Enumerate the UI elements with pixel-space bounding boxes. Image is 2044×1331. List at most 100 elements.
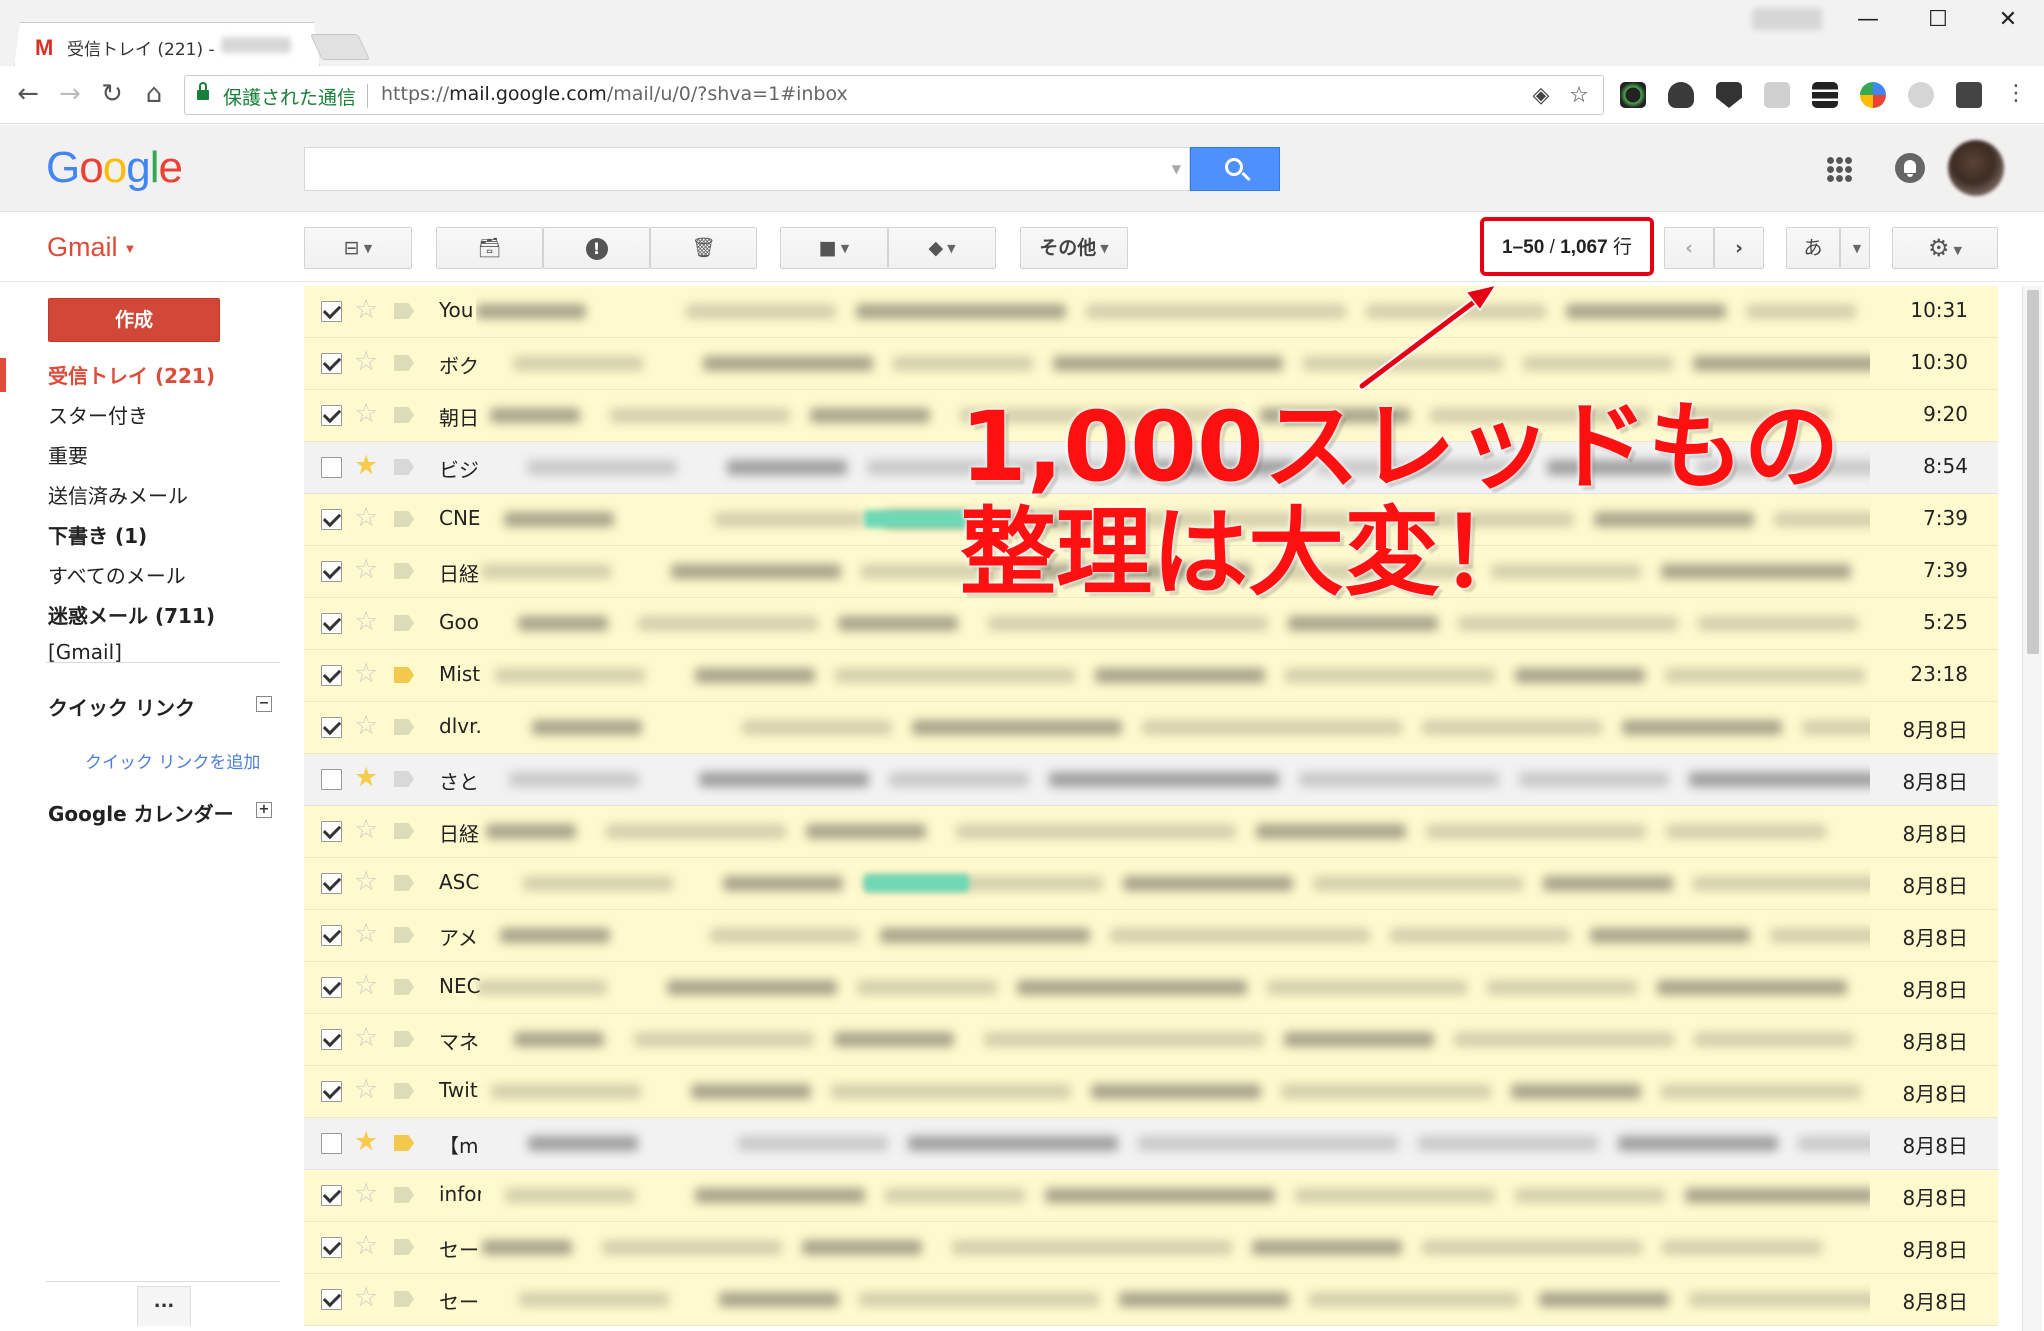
row-checkbox[interactable] [321,613,342,634]
sidebar-item-inbox[interactable]: 受信トレイ (221) [48,360,215,389]
table-row[interactable]: ★ 【m 8月8日 [304,1118,1998,1170]
extension-puzzle-icon[interactable] [1764,82,1790,108]
maximize-icon[interactable]: ☐ [1908,2,1968,38]
browser-menu-icon[interactable]: ⋮ [1998,76,2034,112]
sidebar-item-sent[interactable]: 送信済みメール [48,480,188,509]
gmail-app-switcher[interactable]: Gmail ▼ [47,232,136,263]
row-checkbox[interactable] [321,561,342,582]
row-checkbox[interactable] [321,1081,342,1102]
profile-name-redacted[interactable] [1752,8,1822,30]
row-checkbox[interactable] [321,769,342,790]
table-row[interactable]: ☆ infor 8月8日 [304,1170,1998,1222]
row-checkbox[interactable] [321,977,342,998]
compose-button[interactable]: 作成 [48,298,220,342]
subject-snippet-redacted[interactable] [476,806,1870,858]
newer-button[interactable]: ‹ [1664,227,1714,269]
sidebar-item-starred[interactable]: スター付き [48,400,148,429]
delete-button[interactable]: 🗑 [650,227,757,269]
importance-marker-icon[interactable] [394,979,414,995]
star-icon[interactable]: ☆ [354,347,378,377]
move-to-button[interactable]: ■ ▼ [780,227,888,269]
row-checkbox[interactable] [321,873,342,894]
importance-marker-icon[interactable] [394,1083,414,1099]
scrollbar-thumb[interactable] [2027,290,2039,654]
extension-pocket-icon[interactable] [1716,82,1742,108]
table-row[interactable]: ☆ セー 8月8日 [304,1274,1998,1326]
labels-button[interactable]: ◆ ▼ [888,227,996,269]
table-row[interactable]: ☆ 日経 8月8日 [304,806,1998,858]
star-icon[interactable]: ☆ [354,295,378,325]
avatar[interactable] [1948,140,2004,196]
browser-tab-inbox[interactable]: M 受信トレイ (221) - [14,22,320,68]
sidebar-item-spam[interactable]: 迷惑メール (711) [48,600,215,629]
importance-marker-icon[interactable] [394,355,414,371]
sidebar-item-all-mail[interactable]: すべてのメール [48,560,186,589]
importance-marker-icon[interactable] [394,823,414,839]
star-icon[interactable]: ☆ [354,399,378,429]
url-text[interactable]: https://mail.google.com/mail/u/0/?shva=1… [381,83,848,105]
archive-button[interactable]: 🗃 [436,227,543,269]
subject-snippet-redacted[interactable] [476,286,1870,338]
subject-snippet-redacted[interactable] [476,962,1870,1014]
star-icon[interactable]: ☆ [354,503,378,533]
bookmark-star-icon[interactable]: ☆ [1565,82,1593,110]
table-row[interactable]: ☆ セー 8月8日 [304,1222,1998,1274]
row-checkbox[interactable] [321,925,342,946]
table-row[interactable]: ☆ ASC 8月8日 [304,858,1998,910]
star-icon[interactable]: ☆ [354,971,378,1001]
notifications-bell-icon[interactable] [1895,153,1925,183]
row-checkbox[interactable] [321,717,342,738]
importance-marker-icon[interactable] [394,615,414,631]
older-button[interactable]: › [1714,227,1764,269]
sidebar-item-important[interactable]: 重要 [48,440,88,469]
extension-evernote-icon[interactable] [1668,82,1694,108]
importance-marker-icon[interactable] [394,407,414,423]
row-checkbox[interactable] [321,405,342,426]
star-icon[interactable]: ☆ [354,919,378,949]
row-checkbox[interactable] [321,457,342,478]
importance-marker-icon[interactable] [394,1187,414,1203]
reload-icon[interactable]: ↻ [94,76,130,112]
collapse-minus-icon[interactable]: − [256,696,272,712]
importance-marker-icon[interactable] [394,511,414,527]
row-checkbox[interactable] [321,1289,342,1310]
star-icon[interactable]: ☆ [354,607,378,637]
row-checkbox[interactable] [321,353,342,374]
importance-marker-icon[interactable] [394,303,414,319]
add-quick-link[interactable]: クイック リンクを追加 [85,748,260,773]
star-icon[interactable]: ☆ [354,1179,378,1209]
report-spam-button[interactable]: ! [543,227,650,269]
row-checkbox[interactable] [321,1029,342,1050]
scrollbar[interactable] [2022,286,2042,1331]
subject-snippet-redacted[interactable] [476,650,1870,702]
star-icon[interactable]: ☆ [354,555,378,585]
input-tools-button[interactable]: あ [1786,227,1840,269]
extension-color-icon[interactable] [1860,82,1886,108]
subject-snippet-redacted[interactable] [476,1014,1870,1066]
row-checkbox[interactable] [321,1237,342,1258]
sidebar-item-drafts[interactable]: 下書き (1) [48,520,147,549]
star-icon[interactable]: ☆ [354,659,378,689]
sidebar-item-gmail-folder[interactable]: [Gmail] [48,640,122,664]
subject-snippet-redacted[interactable] [476,1274,1870,1326]
minimize-icon[interactable]: — [1838,2,1898,38]
search-button[interactable] [1190,147,1280,191]
subject-snippet-redacted[interactable] [476,1066,1870,1118]
close-icon[interactable]: ✕ [1978,2,2038,38]
more-actions-button[interactable]: その他 ▼ [1020,227,1128,269]
importance-marker-icon[interactable] [394,1031,414,1047]
google-logo[interactable]: Google [46,143,183,193]
expand-plus-icon[interactable]: + [256,802,272,818]
secure-connection-label[interactable]: 保護された通信 [223,83,356,110]
row-checkbox[interactable] [321,1185,342,1206]
extension-globe-icon[interactable] [1620,82,1646,108]
url-field[interactable]: 保護された通信 https://mail.google.com/mail/u/0… [184,75,1604,115]
importance-marker-icon[interactable] [394,719,414,735]
subject-snippet-redacted[interactable] [476,754,1870,806]
table-row[interactable]: ☆ You 10:31 [304,286,1998,338]
new-tab-button[interactable] [309,34,371,60]
star-icon[interactable]: ☆ [354,1283,378,1313]
star-icon[interactable]: ☆ [354,815,378,845]
subject-snippet-redacted[interactable] [476,1170,1870,1222]
subject-snippet-redacted[interactable] [476,858,1870,910]
